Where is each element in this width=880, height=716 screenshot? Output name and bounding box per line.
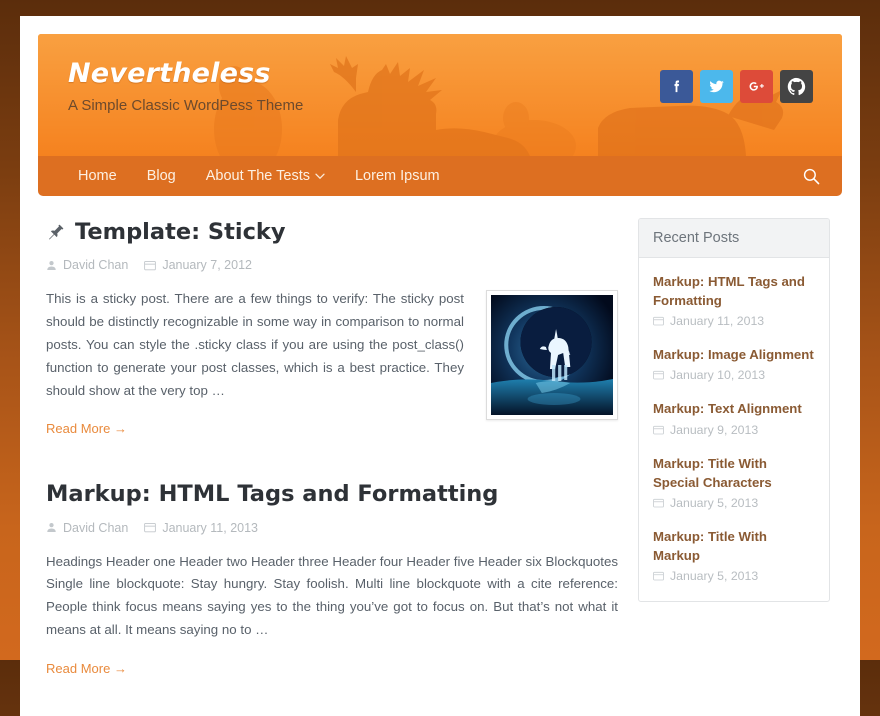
site-header: Nevertheless A Simple Classic WordPess T… [38, 34, 842, 156]
recent-post-link[interactable]: Markup: Title With Markup [653, 527, 815, 565]
social-link-twitter[interactable] [700, 70, 733, 103]
post-title[interactable]: Markup: HTML Tags and Formatting [46, 480, 618, 508]
nav-menu: Home Blog About The Tests Lorem Ipsum [64, 159, 454, 193]
post-date: January 7, 2012 [144, 258, 252, 272]
social-link-facebook[interactable] [660, 70, 693, 103]
calendar-icon [653, 316, 664, 326]
chevron-down-icon [315, 173, 325, 180]
search-toggle-button[interactable] [798, 163, 824, 189]
post-body: Headings Header one Header two Header th… [46, 551, 618, 678]
nav-item-label: Lorem Ipsum [355, 168, 440, 184]
recent-post-link[interactable]: Markup: HTML Tags and Formatting [653, 272, 815, 310]
nav-item-blog[interactable]: Blog [133, 159, 190, 193]
page-layout: Template: Sticky David Chan [38, 196, 842, 686]
recent-post-date: January 9, 2013 [653, 423, 815, 437]
recent-post-date: January 5, 2013 [653, 496, 815, 510]
widget-recent-posts: Recent Posts Markup: HTML Tags and Forma… [638, 218, 830, 602]
recent-post-link[interactable]: Markup: Title With Special Characters [653, 454, 815, 492]
google-plus-icon [747, 77, 766, 96]
read-more-link[interactable]: Read More → [46, 661, 127, 676]
list-item: Markup: Title With Markup January 5, 201… [653, 527, 815, 583]
nav-item-label: Blog [147, 168, 176, 184]
post-list: Template: Sticky David Chan [46, 218, 618, 686]
read-more-label: Read More [46, 421, 110, 436]
post-author: David Chan [46, 521, 128, 535]
nav-item-label: About The Tests [206, 168, 310, 184]
recent-post-date-text: January 10, 2013 [670, 368, 765, 382]
post-body: This is a sticky post. There are a few t… [46, 288, 618, 438]
post-excerpt: Headings Header one Header two Header th… [46, 551, 618, 642]
post-date-text: January 7, 2012 [162, 258, 252, 272]
sidebar: Recent Posts Markup: HTML Tags and Forma… [638, 218, 830, 686]
arrow-right-icon: → [114, 421, 127, 436]
post-author-name: David Chan [63, 258, 128, 272]
calendar-icon [653, 425, 664, 435]
recent-post-date: January 5, 2013 [653, 569, 815, 583]
unicorn-moon-image [491, 295, 613, 415]
calendar-icon [653, 370, 664, 380]
user-icon [46, 260, 57, 271]
recent-post-link[interactable]: Markup: Text Alignment [653, 399, 815, 418]
recent-post-link[interactable]: Markup: Image Alignment [653, 345, 815, 364]
recent-post-date: January 10, 2013 [653, 368, 815, 382]
post-title-text: Template: Sticky [75, 218, 286, 246]
post-title[interactable]: Template: Sticky [46, 218, 618, 246]
recent-post-date: January 11, 2013 [653, 314, 815, 328]
recent-post-date-text: January 11, 2013 [670, 314, 764, 328]
nav-item-label: Home [78, 168, 117, 184]
read-more-label: Read More [46, 661, 110, 676]
post-meta: David Chan January 11, 2013 [46, 521, 618, 535]
widget-content: Markup: HTML Tags and Formatting January… [639, 258, 829, 601]
nav-item-home[interactable]: Home [64, 159, 131, 193]
calendar-icon [653, 498, 664, 508]
page-container: Nevertheless A Simple Classic WordPess T… [20, 16, 860, 716]
calendar-icon [653, 571, 664, 581]
post-divider [46, 446, 618, 480]
github-icon [786, 76, 807, 97]
social-link-github[interactable] [780, 70, 813, 103]
search-icon [802, 167, 821, 186]
recent-post-date-text: January 5, 2013 [670, 496, 758, 510]
post-author-name: David Chan [63, 521, 128, 535]
calendar-icon [144, 260, 156, 271]
post-thumbnail[interactable] [486, 290, 618, 420]
nav-item-lorem-ipsum[interactable]: Lorem Ipsum [341, 159, 454, 193]
post-date-text: January 11, 2013 [162, 521, 258, 535]
social-links [660, 70, 813, 103]
read-more-link[interactable]: Read More → [46, 421, 127, 436]
list-item: Markup: Title With Special Characters Ja… [653, 454, 815, 510]
arrow-right-icon: → [114, 661, 127, 676]
widget-title: Recent Posts [639, 219, 829, 258]
list-item: Markup: Image Alignment January 10, 2013 [653, 345, 815, 382]
post-meta: David Chan January 7, 2012 [46, 258, 618, 272]
post-date: January 11, 2013 [144, 521, 258, 535]
recent-post-date-text: January 9, 2013 [670, 423, 758, 437]
user-icon [46, 522, 57, 533]
post-item: Template: Sticky David Chan [46, 218, 618, 438]
main-navigation: Home Blog About The Tests Lorem Ipsum [38, 156, 842, 196]
facebook-icon [668, 78, 685, 95]
post-title-text: Markup: HTML Tags and Formatting [46, 480, 498, 508]
pushpin-icon [46, 222, 66, 242]
recent-post-date-text: January 5, 2013 [670, 569, 758, 583]
calendar-icon [144, 522, 156, 533]
nav-item-about-the-tests[interactable]: About The Tests [192, 159, 339, 193]
social-link-google-plus[interactable] [740, 70, 773, 103]
post-item: Markup: HTML Tags and Formatting David C… [46, 480, 618, 678]
post-author: David Chan [46, 258, 128, 272]
twitter-icon [707, 77, 726, 96]
list-item: Markup: Text Alignment January 9, 2013 [653, 399, 815, 436]
list-item: Markup: HTML Tags and Formatting January… [653, 272, 815, 328]
